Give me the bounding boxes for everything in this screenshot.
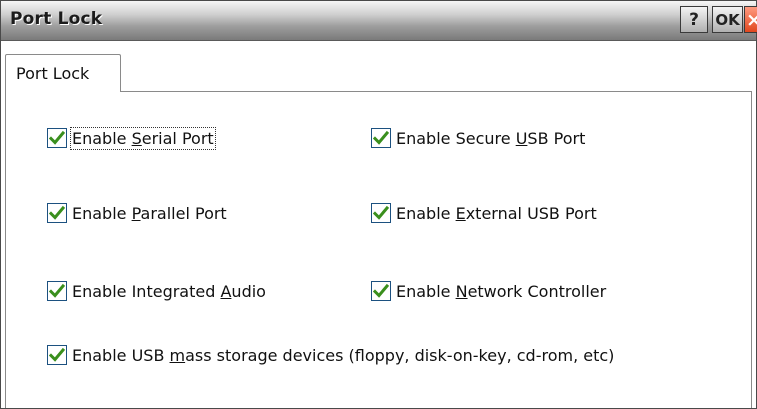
check-icon: [49, 347, 65, 362]
secure-usb-port-label: Enable Secure USB Port: [396, 128, 586, 148]
ok-label: OK: [715, 10, 740, 29]
tab-label: Port Lock: [16, 64, 90, 83]
serial-port-checkbox[interactable]: [47, 128, 67, 148]
option-usb-mass-storage[interactable]: Enable USB mass storage devices (floppy,…: [47, 345, 614, 365]
title-bar[interactable]: Port Lock ? OK ×: [1, 1, 757, 41]
close-icon: ×: [746, 9, 757, 31]
help-button[interactable]: ?: [680, 6, 708, 33]
ok-button[interactable]: OK: [712, 6, 743, 33]
check-icon: [49, 205, 65, 220]
usb-mass-storage-checkbox[interactable]: [47, 345, 67, 365]
network-controller-label: Enable Network Controller: [396, 281, 607, 301]
port-lock-window: Port Lock ? OK × Port Lock Enable Serial…: [0, 0, 757, 409]
tab-port-lock[interactable]: Port Lock: [5, 54, 121, 92]
close-button[interactable]: ×: [744, 6, 757, 33]
external-usb-port-label: Enable External USB Port: [396, 203, 597, 223]
check-icon: [49, 283, 65, 298]
secure-usb-port-checkbox[interactable]: [371, 128, 391, 148]
serial-port-label: Enable Serial Port: [70, 126, 216, 150]
option-serial-port[interactable]: Enable Serial Port: [47, 126, 216, 150]
check-icon: [373, 283, 389, 298]
check-icon: [49, 130, 65, 145]
tab-panel-border-right: [751, 91, 752, 408]
integrated-audio-label: Enable Integrated Audio: [72, 281, 266, 301]
network-controller-checkbox[interactable]: [371, 281, 391, 301]
option-external-usb-port[interactable]: Enable External USB Port: [371, 203, 597, 223]
parallel-port-label: Enable Parallel Port: [72, 203, 227, 223]
integrated-audio-checkbox[interactable]: [47, 281, 67, 301]
tab-panel-border-left: [5, 92, 6, 408]
external-usb-port-checkbox[interactable]: [371, 203, 391, 223]
option-integrated-audio[interactable]: Enable Integrated Audio: [47, 281, 266, 301]
window-title: Port Lock: [10, 9, 103, 29]
option-parallel-port[interactable]: Enable Parallel Port: [47, 203, 227, 223]
parallel-port-checkbox[interactable]: [47, 203, 67, 223]
check-icon: [373, 205, 389, 220]
help-icon: ?: [689, 9, 699, 30]
option-secure-usb-port[interactable]: Enable Secure USB Port: [371, 128, 585, 148]
option-network-controller[interactable]: Enable Network Controller: [371, 281, 606, 301]
check-icon: [373, 130, 389, 145]
dialog-content: Port Lock Enable Serial Port Enable Secu…: [1, 41, 756, 408]
usb-mass-storage-label: Enable USB mass storage devices (floppy,…: [72, 345, 615, 365]
tab-panel-border: [121, 91, 751, 92]
